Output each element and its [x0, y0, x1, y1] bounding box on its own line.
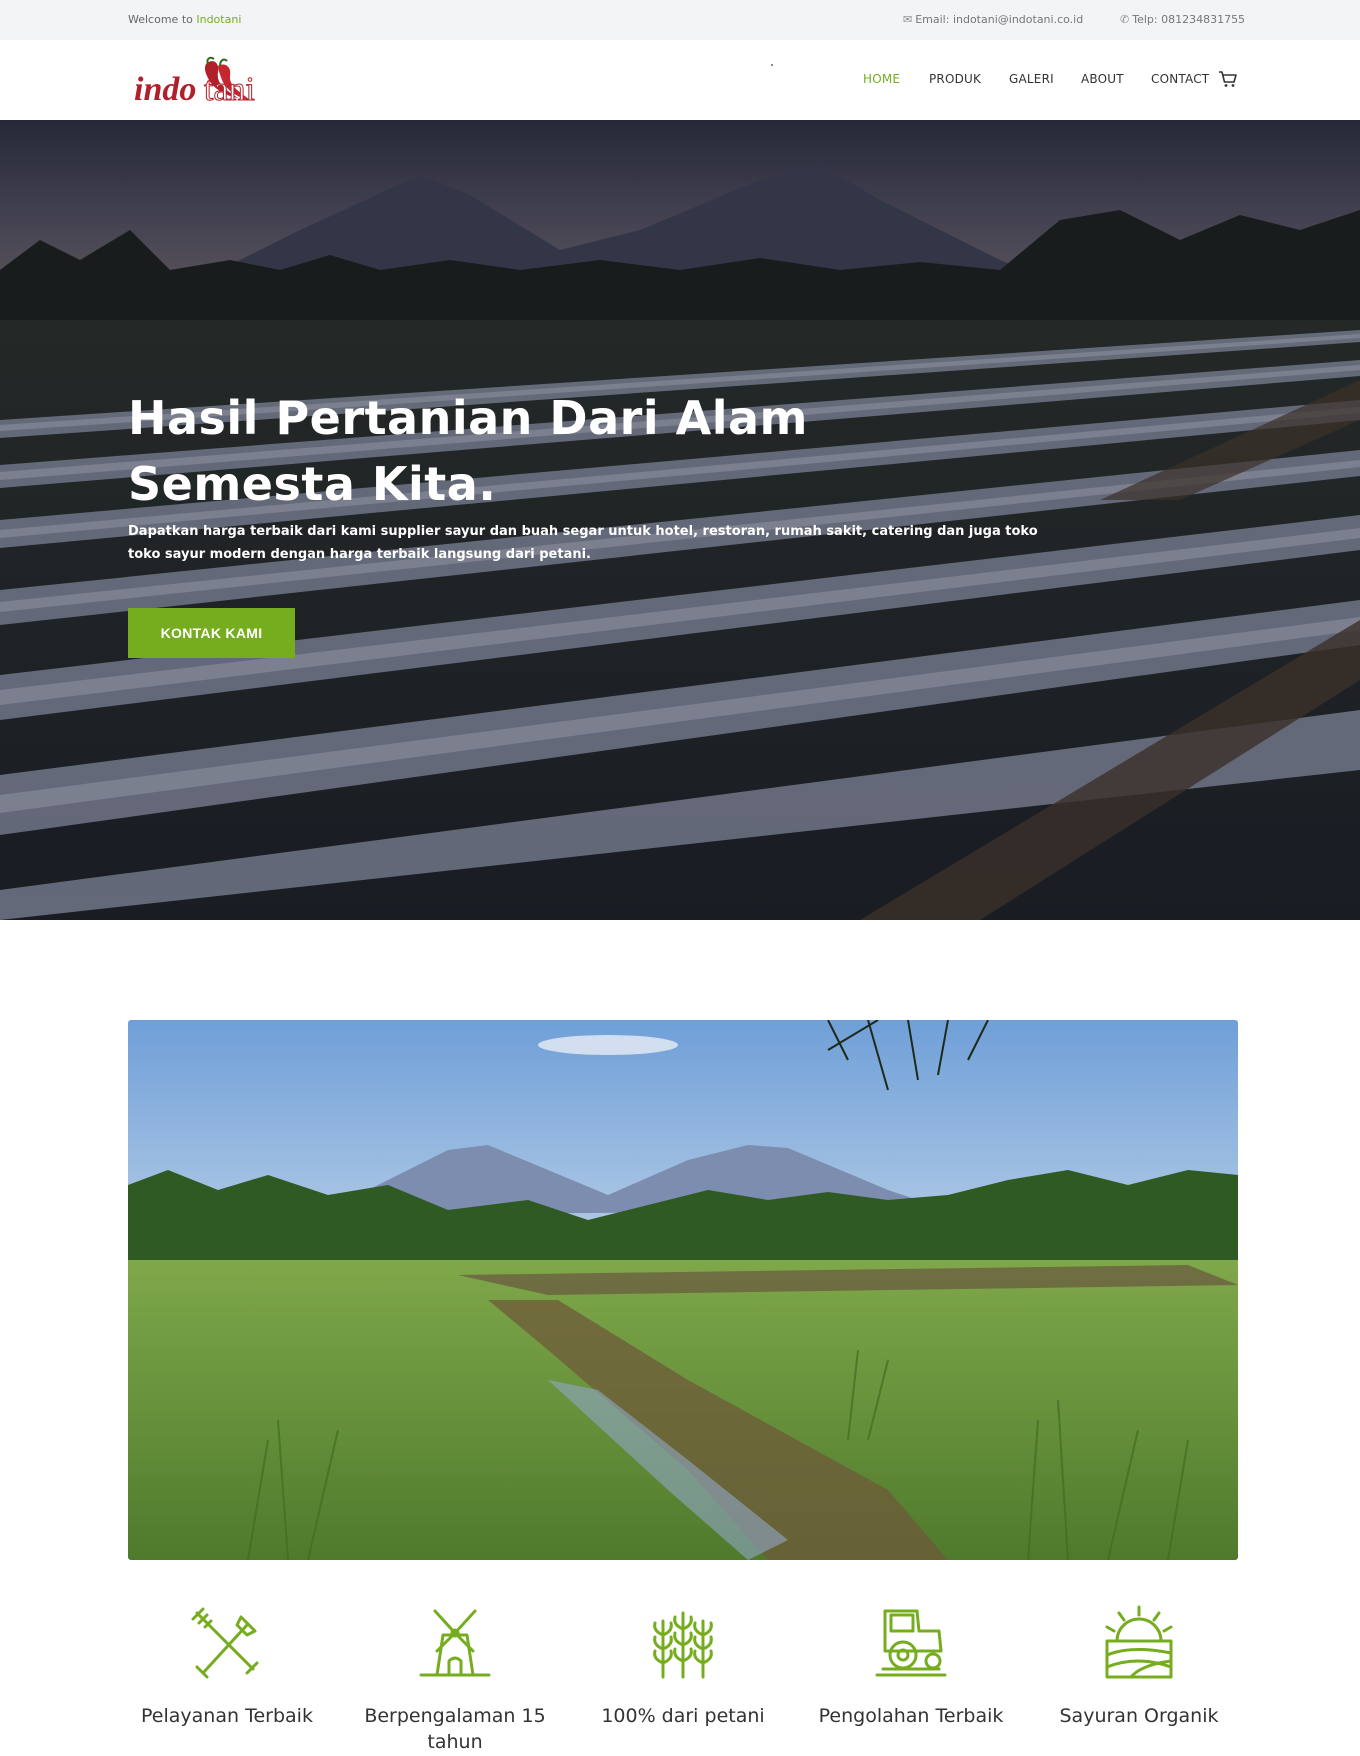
welcome-text: Welcome to Indotani	[128, 13, 241, 26]
tractor-icon	[875, 1609, 947, 1677]
hero-title: Hasil Pertanian Dari Alam Semesta Kita.	[128, 391, 808, 511]
feature-organic: Sayuran Organik	[1025, 1605, 1253, 1729]
site-header: indo tani HOME PRODUK GALERI ABOUT CONTA…	[0, 40, 1360, 120]
rice-field-image	[128, 1020, 1238, 1560]
nav-home[interactable]: HOME	[863, 72, 900, 86]
wheat-icon	[653, 1611, 713, 1679]
cart-icon[interactable]	[1218, 70, 1238, 88]
email-text: Email: indotani@indotani.co.id	[915, 13, 1084, 26]
site-logo[interactable]: indo tani	[134, 54, 284, 109]
feature-label: Pengolahan Terbaik	[818, 1705, 1004, 1727]
hero-description: Dapatkan harga terbaik dari kami supplie…	[128, 524, 1038, 562]
nav-about[interactable]: ABOUT	[1081, 72, 1124, 86]
garden-tools-icon	[191, 1607, 259, 1679]
feature-label: Pelayanan Terbaik	[141, 1705, 313, 1727]
email-contact[interactable]: ✉ Email: indotani@indotani.co.id	[903, 13, 1083, 26]
feature-best-service: Pelayanan Terbaik	[113, 1605, 341, 1729]
feature-experience: Berpengalaman 15 tahun	[341, 1605, 569, 1755]
phone-text: Telp: 081234831755	[1132, 13, 1246, 26]
feature-best-processing: Pengolahan Terbaik	[797, 1605, 1025, 1729]
svg-text:tani: tani	[204, 71, 255, 108]
nav-produk[interactable]: PRODUK	[929, 72, 981, 86]
feature-label: Berpengalaman 15 tahun	[364, 1705, 546, 1753]
windmill-icon	[419, 1609, 491, 1677]
welcome-brand: Indotani	[196, 13, 242, 26]
header-dot	[771, 64, 773, 66]
feature-label: Sayuran Organik	[1059, 1705, 1219, 1727]
indotani-logo-icon: indo tani	[134, 56, 255, 109]
feature-from-farmers: 100% dari petani	[569, 1605, 797, 1729]
welcome-prefix: Welcome to	[128, 13, 193, 26]
contact-us-button[interactable]: KONTAK KAMI	[128, 608, 295, 658]
phone-contact[interactable]: ✆ Telp: 081234831755	[1120, 13, 1245, 26]
feature-label: 100% dari petani	[601, 1705, 765, 1727]
nav-galeri[interactable]: GALERI	[1009, 72, 1054, 86]
rice-field-photo	[128, 1020, 1238, 1560]
top-bar: Welcome to Indotani ✉ Email: indotani@ind…	[0, 0, 1360, 40]
envelope-icon: ✉	[903, 13, 913, 26]
svg-text:indo: indo	[134, 71, 196, 108]
phone-icon: ✆	[1120, 13, 1130, 26]
nav-contact[interactable]: CONTACT	[1151, 72, 1209, 86]
hero-section: Hasil Pertanian Dari Alam Semesta Kita. …	[0, 120, 1360, 920]
sunrise-field-icon	[1105, 1605, 1173, 1679]
